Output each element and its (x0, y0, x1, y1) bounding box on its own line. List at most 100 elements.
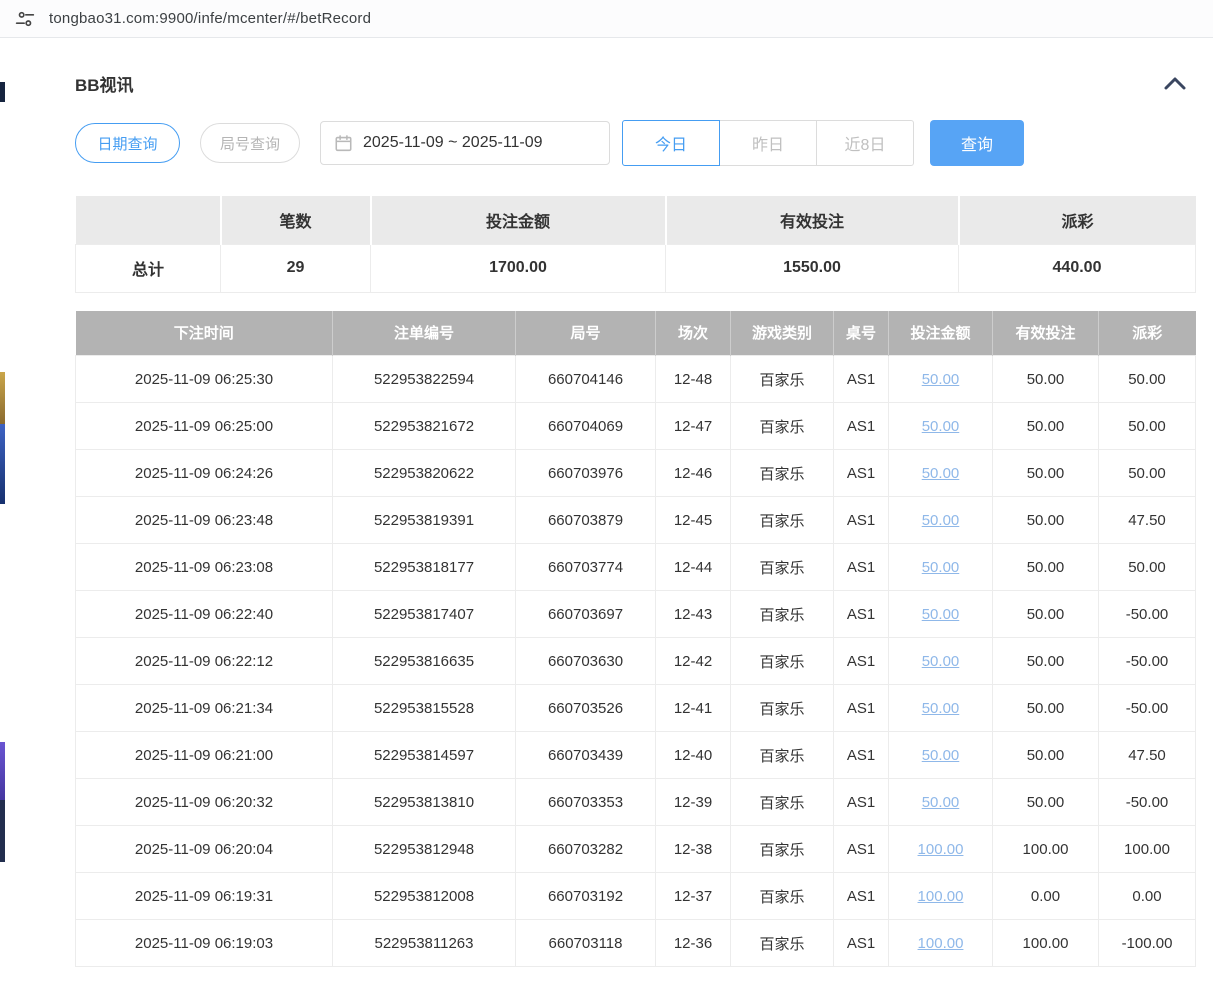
cell-session: 12-45 (656, 497, 731, 544)
cell-amount: 50.00 (889, 591, 993, 638)
bet-amount-link[interactable]: 100.00 (918, 841, 964, 858)
cell-table: AS1 (834, 920, 889, 967)
table-row: 2025-11-09 06:21:00522953814597660703439… (76, 732, 1196, 779)
panel-header: BB视讯 (75, 70, 1195, 96)
bet-amount-link[interactable]: 50.00 (922, 559, 960, 576)
cell-payout: 100.00 (1099, 826, 1196, 873)
detail-header-row: 下注时间注单编号局号场次游戏类别桌号投注金额有效投注派彩 (76, 311, 1196, 356)
table-row: 2025-11-09 06:23:08522953818177660703774… (76, 544, 1196, 591)
bet-amount-link[interactable]: 50.00 (922, 606, 960, 623)
table-row: 2025-11-09 06:22:12522953816635660703630… (76, 638, 1196, 685)
cell-session: 12-36 (656, 920, 731, 967)
summary-table: 笔数 投注金额 有效投注 派彩 总计 29 1700.00 1550.00 44… (75, 196, 1196, 293)
today-button[interactable]: 今日 (622, 120, 720, 166)
table-row: 2025-11-09 06:21:34522953815528660703526… (76, 685, 1196, 732)
cell-session: 12-43 (656, 591, 731, 638)
table-row: 2025-11-09 06:23:48522953819391660703879… (76, 497, 1196, 544)
bet-amount-link[interactable]: 50.00 (922, 465, 960, 482)
table-row: 2025-11-09 06:20:32522953813810660703353… (76, 779, 1196, 826)
date-range-value: 2025-11-09 ~ 2025-11-09 (363, 134, 543, 152)
cell-valid: 50.00 (993, 638, 1099, 685)
summary-header-empty (76, 196, 221, 244)
table-row: 2025-11-09 06:25:30522953822594660704146… (76, 356, 1196, 403)
cell-session: 12-42 (656, 638, 731, 685)
cell-payout: 50.00 (1099, 403, 1196, 450)
cell-session: 12-39 (656, 779, 731, 826)
cell-game: 百家乐 (731, 497, 834, 544)
cell-valid: 50.00 (993, 544, 1099, 591)
background-fragment (0, 742, 5, 800)
bet-amount-link[interactable]: 50.00 (922, 747, 960, 764)
last8days-button[interactable]: 近8日 (816, 120, 914, 166)
site-settings-icon[interactable] (15, 9, 35, 29)
table-row: 2025-11-09 06:19:31522953812008660703192… (76, 873, 1196, 920)
cell-table: AS1 (834, 497, 889, 544)
cell-payout: 50.00 (1099, 450, 1196, 497)
cell-payout: 47.50 (1099, 732, 1196, 779)
bet-amount-link[interactable]: 100.00 (918, 935, 964, 952)
cell-table: AS1 (834, 638, 889, 685)
cell-game: 百家乐 (731, 591, 834, 638)
collapse-chevron-up-icon[interactable] (1163, 76, 1195, 91)
bet-amount-link[interactable]: 50.00 (922, 418, 960, 435)
cell-table: AS1 (834, 732, 889, 779)
cell-time: 2025-11-09 06:23:48 (76, 497, 333, 544)
bet-amount-link[interactable]: 100.00 (918, 888, 964, 905)
cell-bet-id: 522953819391 (333, 497, 516, 544)
cell-table: AS1 (834, 450, 889, 497)
cell-table: AS1 (834, 403, 889, 450)
cell-time: 2025-11-09 06:19:31 (76, 873, 333, 920)
browser-address-bar[interactable]: tongbao31.com:9900/infe/mcenter/#/betRec… (0, 0, 1213, 38)
cell-time: 2025-11-09 06:24:26 (76, 450, 333, 497)
cell-amount: 50.00 (889, 403, 993, 450)
cell-session: 12-37 (656, 873, 731, 920)
cell-amount: 50.00 (889, 685, 993, 732)
cell-amount: 50.00 (889, 497, 993, 544)
table-row: 2025-11-09 06:25:00522953821672660704069… (76, 403, 1196, 450)
url-text: tongbao31.com:9900/infe/mcenter/#/betRec… (49, 10, 371, 27)
summary-valid-bet-value: 1550.00 (666, 244, 959, 292)
cell-time: 2025-11-09 06:20:32 (76, 779, 333, 826)
search-button[interactable]: 查询 (930, 120, 1024, 166)
yesterday-button[interactable]: 昨日 (719, 120, 817, 166)
bet-amount-link[interactable]: 50.00 (922, 794, 960, 811)
filter-toolbar: 日期查询 局号查询 2025-11-09 ~ 2025-11-09 今日 昨日 … (75, 120, 1195, 166)
cell-time: 2025-11-09 06:21:00 (76, 732, 333, 779)
cell-game: 百家乐 (731, 826, 834, 873)
cell-amount: 100.00 (889, 826, 993, 873)
table-row: 2025-11-09 06:22:40522953817407660703697… (76, 591, 1196, 638)
bet-amount-link[interactable]: 50.00 (922, 371, 960, 388)
cell-game: 百家乐 (731, 685, 834, 732)
summary-header-row: 笔数 投注金额 有效投注 派彩 (76, 196, 1196, 244)
cell-game: 百家乐 (731, 638, 834, 685)
date-query-button[interactable]: 日期查询 (75, 123, 180, 163)
cell-valid: 50.00 (993, 779, 1099, 826)
cell-valid: 50.00 (993, 685, 1099, 732)
bet-amount-link[interactable]: 50.00 (922, 653, 960, 670)
date-range-input[interactable]: 2025-11-09 ~ 2025-11-09 (320, 121, 610, 165)
background-fragment (0, 800, 5, 862)
detail-header-cell: 派彩 (1099, 311, 1196, 356)
round-query-button[interactable]: 局号查询 (200, 123, 300, 163)
summary-header-count: 笔数 (221, 196, 371, 244)
bet-amount-link[interactable]: 50.00 (922, 512, 960, 529)
cell-session: 12-44 (656, 544, 731, 591)
cell-game: 百家乐 (731, 356, 834, 403)
cell-valid: 50.00 (993, 591, 1099, 638)
detail-header-cell: 局号 (516, 311, 656, 356)
cell-session: 12-47 (656, 403, 731, 450)
table-row: 2025-11-09 06:19:03522953811263660703118… (76, 920, 1196, 967)
cell-round: 660703879 (516, 497, 656, 544)
cell-valid: 0.00 (993, 873, 1099, 920)
background-fragment (0, 82, 5, 102)
cell-round: 660704069 (516, 403, 656, 450)
detail-header-cell: 下注时间 (76, 311, 333, 356)
cell-table: AS1 (834, 826, 889, 873)
cell-bet-id: 522953821672 (333, 403, 516, 450)
cell-bet-id: 522953816635 (333, 638, 516, 685)
cell-round: 660703774 (516, 544, 656, 591)
table-row: 2025-11-09 06:24:26522953820622660703976… (76, 450, 1196, 497)
cell-time: 2025-11-09 06:19:03 (76, 920, 333, 967)
cell-session: 12-41 (656, 685, 731, 732)
bet-amount-link[interactable]: 50.00 (922, 700, 960, 717)
